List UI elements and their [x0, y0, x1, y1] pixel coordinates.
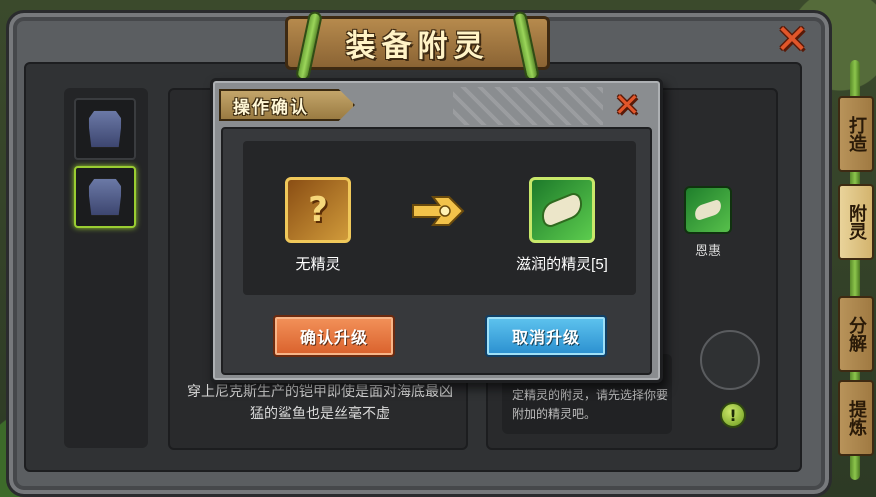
equipment-description: 穿上尼克斯生产的铠甲即使是面对海底最凶猛的鲨鱼也是丝毫不虚: [187, 383, 453, 421]
spirit-hand-icon: [692, 199, 724, 221]
dialog-body: ? 无精灵 滋润的精灵[5] 确认升级 取消升级: [221, 127, 652, 375]
equipment-slot[interactable]: [74, 98, 136, 160]
armor-icon: [88, 178, 122, 216]
armor-icon: [88, 110, 122, 148]
spirit-hand-icon: [539, 193, 585, 227]
upgrade-preview: ? 无精灵 滋润的精灵[5]: [243, 141, 636, 295]
from-item-label: 无精灵: [295, 256, 341, 273]
close-icon: ✕: [775, 17, 809, 63]
no-spirit-icon: ?: [285, 177, 351, 243]
confirm-dialog: 操作确认 ✕ ? 无精灵 滋润的精灵[5] 确认升级 取消升级: [210, 78, 663, 383]
equipment-slot-selected[interactable]: [74, 166, 136, 228]
tab-refine[interactable]: 提炼: [838, 380, 874, 456]
main-close-button[interactable]: ✕: [772, 20, 812, 60]
npc-portrait: [700, 330, 760, 390]
alert-icon[interactable]: !: [720, 402, 746, 428]
window-title: 装备附灵: [345, 29, 490, 64]
tab-decompose[interactable]: 分解: [838, 296, 874, 372]
tab-enchant[interactable]: 附灵: [838, 184, 874, 260]
title-banner: 装备附灵: [285, 10, 550, 82]
spirit-label: 恩惠: [694, 243, 721, 258]
close-icon: ✕: [613, 86, 641, 124]
dialog-header-pattern: [453, 87, 603, 125]
arrow-right-icon: [409, 193, 465, 229]
equipment-slot-list: [64, 88, 148, 448]
cancel-upgrade-button[interactable]: 取消升级: [485, 315, 607, 357]
confirm-upgrade-button[interactable]: 确认升级: [273, 315, 395, 357]
to-item-label: 滋润的精灵[5]: [516, 256, 608, 273]
tab-forge[interactable]: 打造: [838, 96, 874, 172]
spirit-slot[interactable]: [684, 186, 732, 234]
question-mark-icon: ?: [308, 190, 328, 230]
hint-text: 定精灵的附灵，请先选择你要附加的精灵吧。: [512, 388, 669, 421]
dialog-title: 操作确认: [219, 89, 355, 121]
moist-spirit-icon: [529, 177, 595, 243]
dialog-close-button[interactable]: ✕: [609, 87, 645, 123]
